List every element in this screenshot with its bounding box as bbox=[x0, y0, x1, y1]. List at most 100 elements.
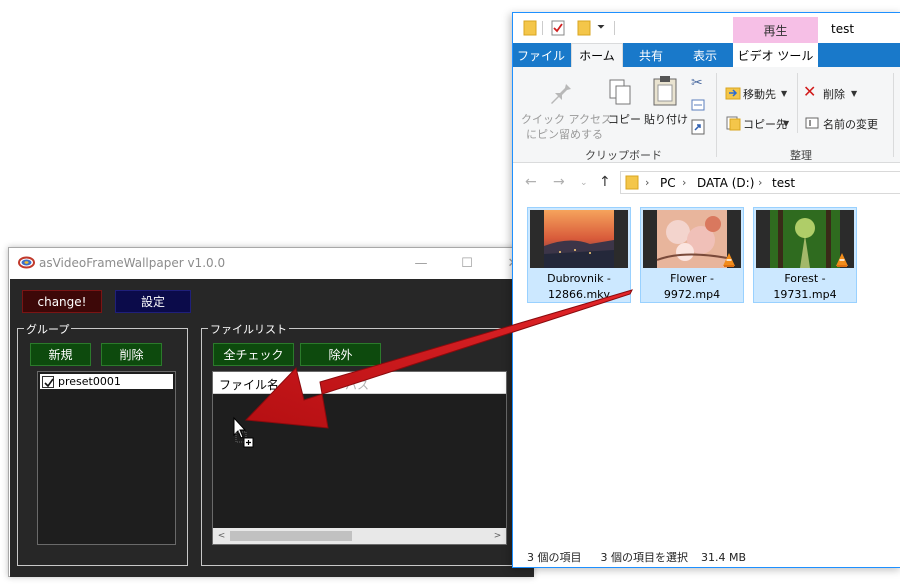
file-name-line2: 12866.mkv bbox=[547, 288, 611, 301]
recent-dropdown-icon[interactable]: ⌄ bbox=[580, 178, 588, 188]
context-tab-play[interactable]: 再生 bbox=[733, 17, 818, 43]
qat-dropdown-icon[interactable]: ⏷ bbox=[597, 22, 605, 33]
new-folder-icon[interactable] bbox=[577, 20, 591, 36]
tab-view[interactable]: 表示 bbox=[679, 43, 731, 67]
horizontal-scrollbar[interactable]: < > bbox=[213, 528, 506, 544]
file-list[interactable]: ファイル名 パス < > bbox=[212, 371, 507, 545]
rename-label[interactable]: 名前の変更 bbox=[823, 116, 878, 132]
rename-icon[interactable] bbox=[805, 115, 819, 131]
file-name-line1: Dubrovnik - bbox=[547, 272, 611, 285]
preset-list[interactable]: preset0001 bbox=[37, 371, 176, 545]
scroll-left-icon[interactable]: < bbox=[213, 528, 230, 544]
file-tile-flower[interactable]: Flower - 9972.mp4 bbox=[640, 207, 744, 303]
qat-separator bbox=[542, 21, 543, 35]
explorer-window: ⏷ 再生 test ファイル ホーム 共有 表示 ビデオ ツール クイック アク… bbox=[512, 12, 900, 568]
delete-icon[interactable]: ✕ bbox=[803, 82, 816, 101]
copy-path-icon[interactable] bbox=[691, 99, 705, 111]
chevron-right-icon: › bbox=[645, 176, 650, 189]
group-box-label: グループ bbox=[24, 321, 72, 337]
file-tile-forest[interactable]: Forest - 19731.mp4 bbox=[753, 207, 857, 303]
file-name: Forest - 19731.mp4 bbox=[754, 271, 856, 303]
move-to-dropdown-icon[interactable]: ▼ bbox=[781, 89, 787, 98]
preset-label: preset0001 bbox=[58, 375, 121, 388]
vlc-icon bbox=[836, 253, 848, 267]
maximize-icon[interactable]: ☐ bbox=[444, 248, 490, 278]
pin-icon[interactable] bbox=[549, 79, 573, 105]
clipboard-group-label: クリップボード bbox=[585, 149, 662, 162]
ribbon: クイック アクセス にピン留めする コピー 貼り付け ✂ クリップボード 移動先… bbox=[513, 67, 900, 163]
breadcrumb-folder[interactable]: test bbox=[772, 176, 795, 190]
list-item[interactable]: preset0001 bbox=[40, 374, 173, 389]
up-icon[interactable]: ↑ bbox=[599, 174, 611, 190]
file-tile-dubrovnik[interactable]: Dubrovnik - 12866.mkv bbox=[527, 207, 631, 303]
properties-icon[interactable] bbox=[551, 20, 565, 36]
status-selection: 3 個の項目を選択 bbox=[600, 551, 689, 564]
explorer-title: test bbox=[831, 22, 855, 36]
address-bar[interactable]: › PC › DATA (D:) › test bbox=[620, 171, 900, 194]
copy-to-icon[interactable] bbox=[725, 115, 741, 131]
checkmark-icon bbox=[44, 378, 54, 387]
chevron-right-icon: › bbox=[682, 176, 687, 189]
file-name-line1: Flower - bbox=[670, 272, 714, 285]
pin-quick-access-label[interactable]: クイック アクセス bbox=[521, 111, 612, 127]
tab-file[interactable]: ファイル bbox=[513, 43, 569, 67]
column-header-filename[interactable]: ファイル名 bbox=[219, 376, 279, 393]
file-name: Dubrovnik - 12866.mkv bbox=[528, 271, 630, 303]
cut-icon[interactable]: ✂ bbox=[691, 75, 703, 91]
change-button[interactable]: change! bbox=[22, 290, 102, 313]
minimize-icon[interactable]: — bbox=[398, 248, 444, 278]
folder-icon[interactable] bbox=[523, 20, 537, 36]
forward-icon[interactable]: → bbox=[553, 174, 565, 190]
tab-share[interactable]: 共有 bbox=[625, 43, 677, 67]
copy-label[interactable]: コピー bbox=[608, 111, 641, 127]
column-header-path[interactable]: パス bbox=[345, 376, 369, 393]
app-title: asVideoFrameWallpaper v1.0.0 bbox=[39, 256, 226, 270]
exclude-button[interactable]: 除外 bbox=[300, 343, 381, 366]
copy-icon[interactable] bbox=[608, 78, 632, 106]
delete-group-button[interactable]: 削除 bbox=[101, 343, 162, 366]
qat-separator bbox=[614, 21, 615, 35]
file-name-line1: Forest - bbox=[784, 272, 826, 285]
ribbon-separator bbox=[893, 73, 894, 157]
copy-to-dropdown-icon[interactable]: ▼ bbox=[783, 119, 789, 128]
quick-access-toolbar: ⏷ 再生 test bbox=[513, 13, 900, 43]
new-group-button[interactable]: 新規 bbox=[30, 343, 91, 366]
breadcrumb-pc[interactable]: PC bbox=[660, 176, 676, 190]
ribbon-separator bbox=[797, 73, 798, 133]
chevron-right-icon: › bbox=[758, 176, 763, 189]
status-size: 31.4 MB bbox=[701, 551, 747, 564]
paste-icon[interactable] bbox=[652, 75, 678, 107]
settings-button[interactable]: 設定 bbox=[115, 290, 191, 313]
tab-video-tools[interactable]: ビデオ ツール bbox=[733, 43, 818, 67]
paste-label[interactable]: 貼り付け bbox=[644, 111, 688, 127]
app-logo-icon bbox=[18, 256, 35, 269]
scrollbar-thumb[interactable] bbox=[230, 531, 352, 541]
check-all-button[interactable]: 全チェック bbox=[213, 343, 294, 366]
pin-quick-access-label-2[interactable]: にピン留めする bbox=[526, 126, 603, 142]
move-to-icon[interactable] bbox=[725, 85, 741, 101]
address-row: ← → ⌄ ↑ › PC › DATA (D:) › test bbox=[513, 169, 900, 197]
file-name-line2: 9972.mp4 bbox=[663, 288, 721, 301]
app-titlebar[interactable]: asVideoFrameWallpaper v1.0.0 — ☐ ✕ bbox=[9, 248, 533, 278]
tab-home[interactable]: ホーム bbox=[571, 43, 623, 67]
back-icon[interactable]: ← bbox=[525, 174, 537, 190]
ribbon-tab-bar: ファイル ホーム 共有 表示 ビデオ ツール bbox=[513, 43, 900, 67]
file-name-line2: 19731.mp4 bbox=[773, 288, 837, 301]
delete-label[interactable]: 削除 bbox=[823, 86, 845, 102]
organize-group-label: 整理 bbox=[790, 149, 812, 162]
filelist-box-label: ファイルリスト bbox=[208, 321, 289, 337]
paste-shortcut-icon[interactable] bbox=[691, 119, 705, 135]
vlc-icon bbox=[723, 253, 735, 267]
folder-icon bbox=[625, 175, 639, 190]
ribbon-separator bbox=[716, 73, 717, 157]
preset-checkbox[interactable] bbox=[42, 375, 54, 388]
status-item-count: 3 個の項目 bbox=[527, 551, 582, 564]
breadcrumb-drive[interactable]: DATA (D:) bbox=[697, 176, 754, 190]
status-bar: 3 個の項目 3 個の項目を選択 31.4 MB bbox=[527, 549, 746, 565]
video-thumbnail bbox=[530, 210, 628, 268]
scroll-right-icon[interactable]: > bbox=[489, 528, 506, 544]
copy-to-label[interactable]: コピー先 bbox=[743, 116, 787, 132]
move-to-label[interactable]: 移動先 bbox=[743, 86, 776, 102]
file-name: Flower - 9972.mp4 bbox=[641, 271, 743, 303]
delete-dropdown-icon[interactable]: ▼ bbox=[851, 89, 857, 98]
